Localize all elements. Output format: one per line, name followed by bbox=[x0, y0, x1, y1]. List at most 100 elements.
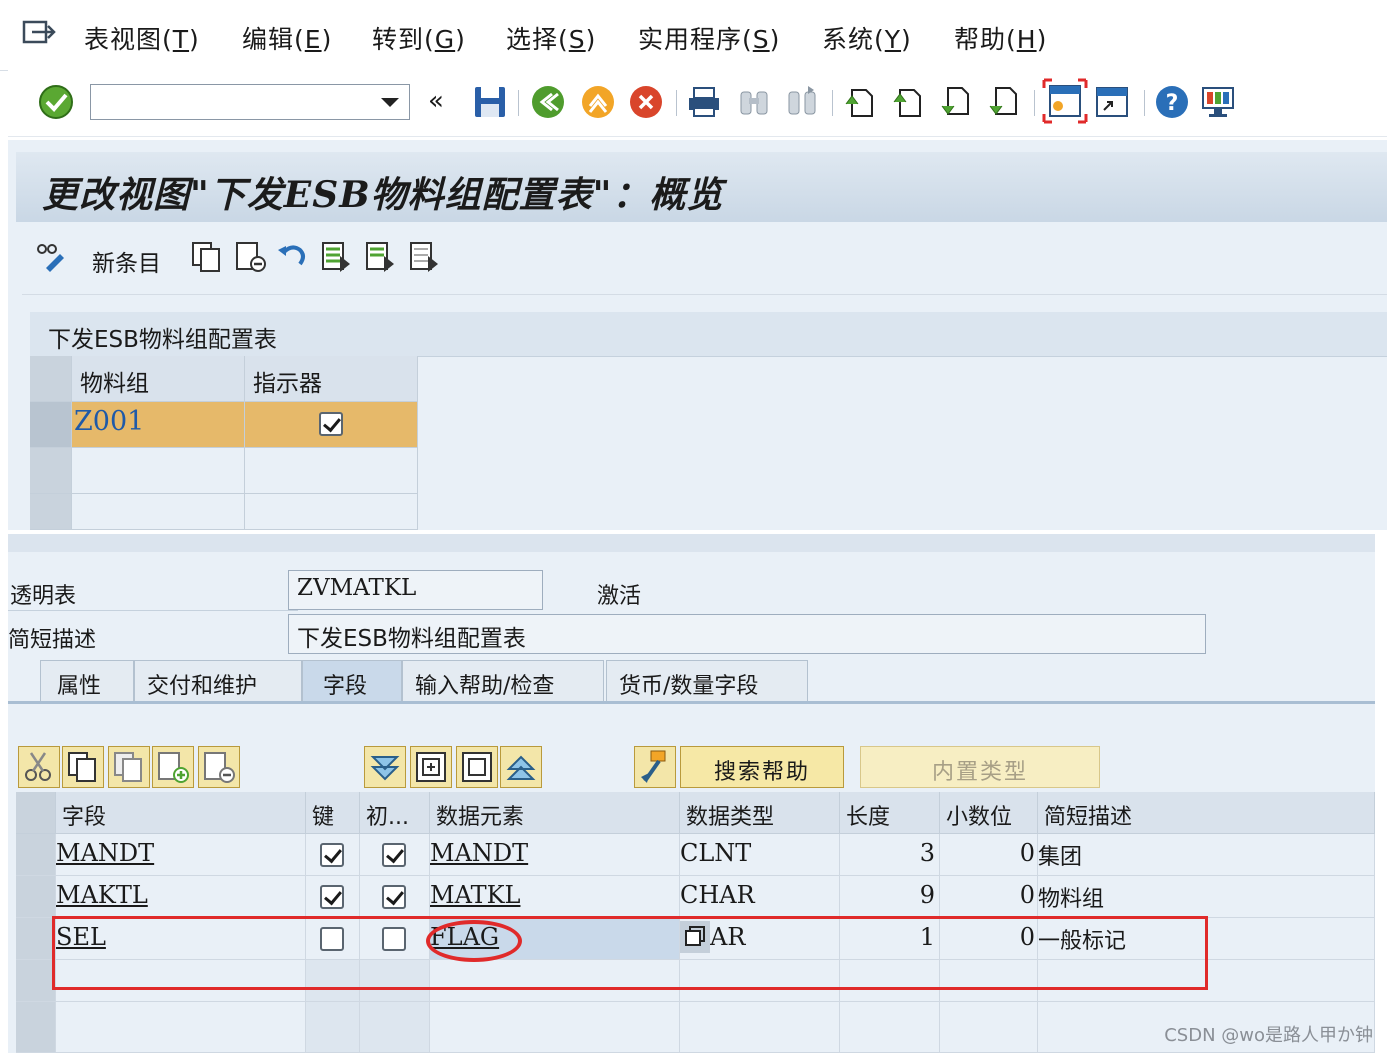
copy-icon[interactable] bbox=[62, 746, 104, 788]
init-cell[interactable] bbox=[360, 1002, 430, 1053]
back-icon[interactable] bbox=[530, 84, 566, 120]
column-header-field[interactable]: 字段 bbox=[56, 792, 306, 834]
row-selector[interactable] bbox=[16, 834, 56, 876]
key-cell[interactable] bbox=[306, 834, 360, 876]
field-name-cell[interactable]: MAKTL bbox=[56, 876, 306, 918]
menu-goto[interactable]: 转到(G) bbox=[372, 20, 466, 56]
indicator-checkbox[interactable] bbox=[319, 412, 343, 436]
key-checkbox[interactable] bbox=[320, 843, 344, 867]
row-selector[interactable] bbox=[30, 494, 72, 530]
select-all-column-header[interactable] bbox=[30, 356, 72, 402]
next-page-icon[interactable] bbox=[938, 84, 974, 120]
new-entries-button[interactable]: 新条目 bbox=[92, 244, 161, 278]
chevron-down-icon[interactable] bbox=[381, 98, 399, 107]
key-checkbox[interactable] bbox=[320, 885, 344, 909]
search-help-button[interactable]: 搜索帮助 bbox=[680, 746, 844, 788]
save-icon[interactable] bbox=[472, 84, 508, 120]
column-header-initial-values[interactable]: 初... bbox=[360, 792, 430, 834]
first-page-icon[interactable] bbox=[842, 84, 878, 120]
indicator-cell[interactable] bbox=[245, 402, 418, 448]
layout-icon[interactable] bbox=[1200, 84, 1236, 120]
tab-fields[interactable]: 字段 bbox=[302, 660, 402, 702]
exit-icon[interactable] bbox=[580, 84, 616, 120]
tab-attributes[interactable]: 属性 bbox=[40, 660, 134, 702]
shortcut-icon[interactable] bbox=[1094, 84, 1130, 120]
material-group-cell[interactable] bbox=[72, 448, 245, 494]
select-all-icon[interactable] bbox=[320, 240, 352, 274]
find-next-icon[interactable] bbox=[784, 84, 820, 120]
include-icon[interactable] bbox=[410, 746, 452, 788]
indicator-cell[interactable] bbox=[245, 494, 418, 530]
row-selector[interactable] bbox=[16, 918, 56, 960]
row-selector[interactable] bbox=[30, 402, 72, 448]
find-icon[interactable] bbox=[736, 84, 772, 120]
menu-table-view[interactable]: 表视图(T) bbox=[84, 20, 200, 56]
field-name-cell[interactable]: MANDT bbox=[56, 834, 306, 876]
cancel-icon[interactable] bbox=[628, 84, 664, 120]
deselect-all-icon[interactable] bbox=[408, 240, 440, 274]
copy-as-icon[interactable] bbox=[190, 240, 222, 274]
column-header-decimals[interactable]: 小数位 bbox=[940, 792, 1038, 834]
data-element-cell[interactable]: MANDT bbox=[430, 834, 680, 876]
watermark: CSDN @wo是路人甲か钟 bbox=[1164, 1025, 1373, 1046]
init-cell[interactable] bbox=[360, 834, 430, 876]
short-description-field[interactable]: 下发ESB物料组配置表 bbox=[288, 614, 1206, 654]
data-element-cell[interactable] bbox=[430, 1002, 680, 1053]
transparent-table-field[interactable]: ZVMATKL bbox=[288, 570, 543, 610]
menu-edit[interactable]: 编辑(E) bbox=[242, 20, 332, 56]
column-header-short-description[interactable]: 简短描述 bbox=[1038, 792, 1375, 834]
init-checkbox[interactable] bbox=[382, 843, 406, 867]
key-cell[interactable] bbox=[306, 876, 360, 918]
menu-selection[interactable]: 选择(S) bbox=[506, 20, 596, 56]
where-used-icon[interactable] bbox=[634, 746, 676, 788]
builtin-type-button[interactable]: 内置类型 bbox=[860, 746, 1100, 788]
undo-change-icon[interactable] bbox=[276, 240, 308, 274]
menu-utilities[interactable]: 实用程序(S) bbox=[638, 20, 780, 56]
column-header-material-group[interactable]: 物料组 bbox=[72, 356, 245, 402]
column-header-data-element[interactable]: 数据元素 bbox=[430, 792, 680, 834]
delete-row-icon[interactable] bbox=[198, 746, 240, 788]
paste-icon[interactable] bbox=[108, 746, 150, 788]
delete-icon[interactable] bbox=[234, 240, 266, 274]
insert-row-icon[interactable] bbox=[152, 746, 194, 788]
print-icon[interactable] bbox=[686, 84, 722, 120]
create-session-icon[interactable] bbox=[1042, 78, 1088, 124]
data-type-cell: CHAR bbox=[680, 876, 840, 918]
material-group-cell[interactable]: Z001 bbox=[72, 402, 245, 448]
row-selector[interactable] bbox=[16, 1002, 56, 1053]
select-block-icon[interactable] bbox=[364, 240, 396, 274]
tab-currency-quantity-fields[interactable]: 货币/数量字段 bbox=[606, 660, 808, 702]
table-title-bar: 下发ESB物料组配置表 bbox=[30, 312, 1387, 357]
init-checkbox[interactable] bbox=[382, 885, 406, 909]
command-field[interactable] bbox=[90, 84, 410, 120]
tab-input-help-check[interactable]: 输入帮助/检查 bbox=[402, 660, 604, 702]
material-group-cell[interactable] bbox=[72, 494, 245, 530]
collapse-command-icon[interactable]: « bbox=[428, 86, 464, 122]
key-cell[interactable] bbox=[306, 1002, 360, 1053]
enter-icon[interactable] bbox=[38, 84, 74, 120]
data-element-cell[interactable]: MATKL bbox=[430, 876, 680, 918]
row-selector[interactable] bbox=[30, 448, 72, 494]
row-selector[interactable] bbox=[16, 960, 56, 1002]
menu-system[interactable]: 系统(Y) bbox=[822, 20, 912, 56]
column-header-key[interactable]: 键 bbox=[306, 792, 360, 834]
init-cell[interactable] bbox=[360, 876, 430, 918]
previous-page-icon[interactable] bbox=[890, 84, 926, 120]
column-header-length[interactable]: 长度 bbox=[840, 792, 940, 834]
structure-expand-icon[interactable] bbox=[364, 746, 406, 788]
display-change-icon[interactable] bbox=[34, 240, 66, 274]
last-page-icon[interactable] bbox=[986, 84, 1022, 120]
tab-delivery-maintenance[interactable]: 交付和维护 bbox=[134, 660, 302, 702]
column-header-data-type[interactable]: 数据类型 bbox=[680, 792, 840, 834]
menu-exit-icon[interactable] bbox=[22, 18, 56, 48]
row-selector[interactable] bbox=[16, 876, 56, 918]
append-structure-icon[interactable] bbox=[456, 746, 498, 788]
select-all-column-header[interactable] bbox=[16, 792, 56, 834]
column-header-indicator[interactable]: 指示器 bbox=[245, 356, 418, 402]
field-name-cell[interactable] bbox=[56, 1002, 306, 1053]
help-icon[interactable]: ? bbox=[1154, 84, 1190, 120]
collapse-icon[interactable] bbox=[500, 746, 542, 788]
cut-icon[interactable] bbox=[18, 746, 60, 788]
indicator-cell[interactable] bbox=[245, 448, 418, 494]
menu-help[interactable]: 帮助(H) bbox=[954, 20, 1047, 56]
